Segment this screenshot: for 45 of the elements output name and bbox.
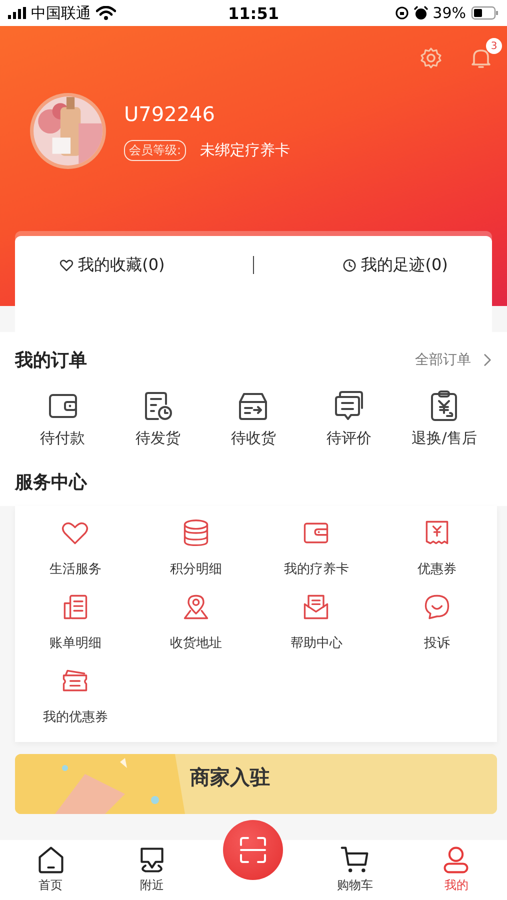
order-status-item[interactable]: 待付款 — [18, 390, 108, 448]
section-title: 我的订单 — [15, 349, 87, 372]
clock-icon — [342, 258, 358, 272]
order-status-item[interactable]: 待评价 — [304, 390, 394, 448]
order-status-item[interactable]: 待收货 — [208, 390, 298, 448]
banner-title: 商家入驻 — [190, 764, 270, 791]
tab-item[interactable]: 附近 — [117, 845, 188, 894]
status-time: 11:51 — [228, 4, 279, 22]
alarm-clock-icon — [414, 6, 428, 20]
tab-item[interactable]: 首页 — [16, 845, 86, 894]
quick-link[interactable]: 我的收藏(0) — [59, 254, 165, 276]
battery-icon — [471, 6, 499, 20]
order-status-item[interactable]: 退换/售后 — [399, 390, 490, 448]
box-arrow-icon — [237, 390, 270, 422]
chevron-right-icon — [483, 353, 492, 367]
house-icon — [36, 845, 66, 875]
carrier-name: 中国联通 — [31, 4, 91, 22]
service-item[interactable]: 帮助中心 — [256, 592, 376, 652]
document-clock-icon — [142, 390, 174, 422]
service-item[interactable]: 生活服务 — [15, 518, 136, 578]
signal-icon — [8, 7, 26, 19]
notification-badge: 3 — [486, 38, 502, 54]
order-status-item[interactable]: 待发货 — [113, 390, 204, 448]
member-level-tag: 会员等级: — [124, 140, 186, 160]
section-title: 服务中心 — [15, 471, 87, 494]
service-item[interactable]: 我的疗养卡 — [256, 518, 376, 578]
rotation-lock-icon — [394, 6, 409, 20]
service-item[interactable]: 积分明细 — [136, 518, 256, 578]
all-orders-link[interactable]: 全部订单 — [415, 351, 492, 369]
service-item[interactable]: 优惠券 — [376, 518, 497, 578]
chat-icon — [332, 390, 365, 422]
service-item[interactable]: 账单明细 — [15, 592, 136, 652]
tab-item[interactable]: 我的 — [421, 845, 492, 894]
member-level-value: 未绑定疗养卡 — [200, 140, 290, 160]
service-item[interactable]: 我的优惠券 — [15, 666, 136, 726]
wifi-icon — [96, 6, 116, 20]
service-item[interactable]: 收货地址 — [136, 592, 256, 652]
settings-icon[interactable] — [419, 46, 443, 70]
quick-link[interactable]: 我的足迹(0) — [342, 254, 448, 276]
heart-icon — [59, 258, 74, 272]
battery-percent: 39% — [432, 4, 466, 22]
cart-icon — [340, 845, 370, 875]
username: U792246 — [124, 102, 216, 126]
service-item[interactable]: 投诉 — [376, 592, 497, 652]
tab-item[interactable]: 购物车 — [320, 845, 390, 894]
